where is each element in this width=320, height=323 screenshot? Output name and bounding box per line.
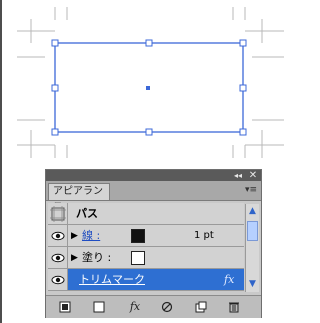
artboard-left-edge: [0, 0, 2, 323]
panel-tab-bar: アピアランス ▾≡: [46, 181, 261, 213]
appearance-row-object[interactable]: パス: [48, 203, 244, 225]
add-new-effect-icon[interactable]: fx: [128, 300, 142, 314]
appearance-row-effect[interactable]: トリムマーク fx: [48, 269, 244, 291]
add-new-fill-icon[interactable]: [92, 300, 106, 314]
visibility-eye-icon[interactable]: [48, 225, 68, 246]
visibility-eye-icon[interactable]: [48, 269, 68, 290]
stroke-weight-value: 1 pt: [194, 230, 214, 241]
path-thumbnail-icon: [50, 206, 66, 222]
duplicate-item-icon[interactable]: [194, 300, 208, 314]
close-icon[interactable]: ✕: [247, 170, 259, 181]
appearance-panel: ◂◂ ✕ アピアランス ▾≡ パス ▶ 線 : 1 pt: [45, 169, 262, 318]
object-thumbnail-cell: [48, 203, 68, 224]
panel-title-bar[interactable]: ◂◂ ✕: [46, 170, 261, 181]
delete-item-icon[interactable]: [227, 300, 241, 314]
add-new-stroke-icon[interactable]: [58, 300, 72, 314]
center-point: [146, 86, 150, 90]
disclosure-triangle-icon[interactable]: ▶: [71, 247, 78, 269]
appearance-row-stroke[interactable]: ▶ 線 : 1 pt: [48, 225, 244, 247]
stroke-label-link[interactable]: 線 :: [82, 225, 100, 247]
scroll-up-icon[interactable]: ▲: [246, 205, 259, 218]
appearance-row-fill[interactable]: ▶ 塗り :: [48, 247, 244, 269]
scroll-thumb[interactable]: [247, 221, 258, 241]
stroke-color-swatch[interactable]: [131, 229, 145, 243]
double-chevron-right-icon[interactable]: ◂◂: [232, 170, 244, 181]
fill-label: 塗り :: [82, 251, 112, 264]
scroll-down-icon[interactable]: ▼: [246, 278, 259, 291]
disclosure-triangle-icon[interactable]: ▶: [71, 225, 78, 247]
fill-color-swatch[interactable]: [131, 251, 145, 265]
tab-appearance[interactable]: アピアランス: [48, 183, 110, 213]
object-type-label: パス: [76, 207, 98, 220]
visibility-eye-icon[interactable]: [48, 247, 68, 268]
effect-label-link[interactable]: トリムマーク: [79, 269, 145, 291]
clear-appearance-icon[interactable]: [160, 300, 174, 314]
panel-bottom-toolbar: fx: [46, 295, 261, 318]
panel-scrollbar[interactable]: ▲ ▼: [245, 204, 259, 292]
panel-menu-icon[interactable]: ▾≡: [244, 183, 258, 197]
fx-icon: fx: [224, 273, 235, 286]
